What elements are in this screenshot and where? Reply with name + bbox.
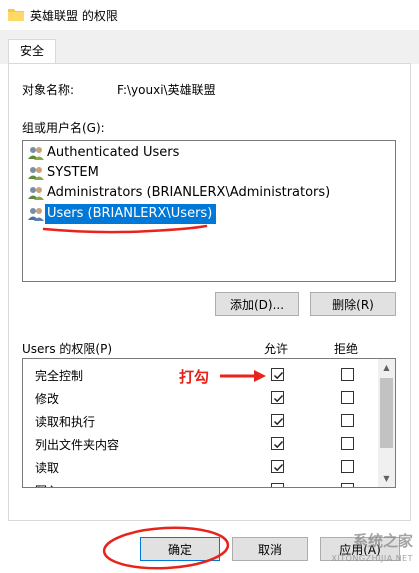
- deny-checkbox-modify[interactable]: [341, 391, 354, 404]
- tab-security[interactable]: 安全: [8, 39, 56, 65]
- scroll-up-icon[interactable]: ▲: [378, 359, 395, 376]
- add-button[interactable]: 添加(D)...: [215, 292, 299, 316]
- deny-column-header: 拒绝: [334, 342, 359, 356]
- deny-checkbox-read-execute[interactable]: [341, 414, 354, 427]
- permission-row-write: 写入: [23, 478, 379, 487]
- allow-checkbox-read-execute[interactable]: [271, 414, 284, 427]
- deny-checkbox-read[interactable]: [341, 460, 354, 473]
- permission-name: 写入: [35, 482, 59, 487]
- allow-checkbox-modify[interactable]: [271, 391, 284, 404]
- permissions-scrollbar[interactable]: ▲ ▼: [378, 359, 395, 487]
- watermark-url: XITONGZHIJIA.NET: [331, 554, 413, 563]
- watermark: 系统之家 XITONGZHIJIA.NET: [292, 524, 419, 573]
- permissions-header: Users 的权限(P): [22, 342, 113, 356]
- ok-button[interactable]: 确定: [140, 537, 220, 561]
- user-item-users[interactable]: Users (BRIANLERX\Users): [25, 204, 393, 224]
- red-arrow-icon: [220, 370, 266, 382]
- allow-column-header: 允许: [264, 342, 289, 356]
- user-item-administrators[interactable]: Administrators (BRIANLERX\Administrators…: [25, 183, 393, 203]
- folder-icon: [8, 9, 24, 21]
- object-name-label: 对象名称:: [22, 83, 75, 97]
- user-group-icon: [28, 187, 44, 200]
- allow-checkbox-list-folder[interactable]: [271, 437, 284, 450]
- user-list[interactable]: Authenticated Users SYSTEM Administrator…: [22, 140, 396, 282]
- scroll-down-icon[interactable]: ▼: [378, 470, 395, 487]
- permission-row-list-folder: 列出文件夹内容: [23, 432, 379, 455]
- permission-name: 读取和执行: [35, 415, 96, 429]
- user-name: Users (BRIANLERX\Users): [45, 204, 217, 224]
- user-group-icon: [28, 147, 44, 160]
- deny-checkbox-list-folder[interactable]: [341, 437, 354, 450]
- watermark-text: 系统之家: [352, 532, 413, 550]
- permission-row-modify: 修改: [23, 386, 379, 409]
- user-name: Administrators (BRIANLERX\Administrators…: [47, 185, 331, 200]
- user-group-icon: [28, 167, 44, 180]
- tab-strip: 安全: [0, 30, 419, 65]
- user-name: Authenticated Users: [47, 145, 180, 160]
- permission-row-read: 读取: [23, 455, 379, 478]
- allow-checkbox-read[interactable]: [271, 460, 284, 473]
- permission-name: 列出文件夹内容: [35, 438, 120, 452]
- allow-checkbox-write[interactable]: [271, 483, 284, 487]
- permission-name: 修改: [35, 392, 60, 406]
- permission-row-read-execute: 读取和执行: [23, 409, 379, 432]
- permission-name: 完全控制: [35, 369, 84, 383]
- object-name-value: F:\youxi\英雄联盟: [117, 83, 216, 97]
- window-title: 英雄联盟 的权限: [30, 9, 118, 23]
- user-item-system[interactable]: SYSTEM: [25, 163, 393, 183]
- user-group-icon: [28, 208, 44, 221]
- remove-button[interactable]: 删除(R): [310, 292, 396, 316]
- deny-checkbox-full-control[interactable]: [341, 368, 354, 381]
- user-name: SYSTEM: [47, 165, 99, 180]
- deny-checkbox-write[interactable]: [341, 483, 354, 487]
- scrollbar-thumb[interactable]: [380, 378, 393, 448]
- group-label: 组或用户名(G):: [22, 121, 105, 135]
- annotation-text: 打勾: [179, 368, 210, 386]
- allow-checkbox-full-control[interactable]: [271, 368, 284, 381]
- user-item-authenticated-users[interactable]: Authenticated Users: [25, 143, 393, 163]
- permission-name: 读取: [35, 461, 60, 475]
- title-bar: 英雄联盟 的权限: [0, 0, 419, 30]
